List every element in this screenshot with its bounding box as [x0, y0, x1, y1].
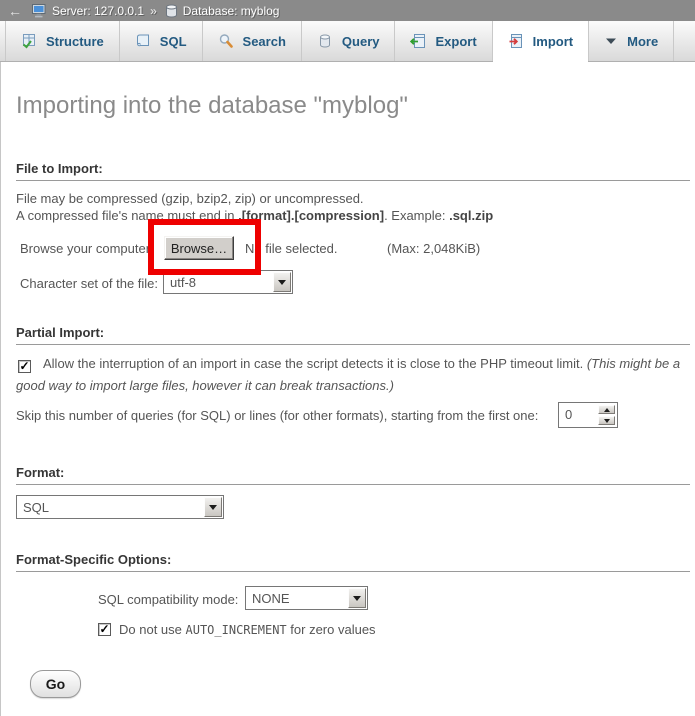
stepper-up-icon[interactable]	[598, 405, 615, 414]
tab-sql[interactable]: SQL	[120, 21, 203, 61]
import-icon	[508, 33, 524, 49]
tab-bar: Structure SQL Search	[0, 21, 695, 62]
sql-icon	[135, 33, 151, 49]
back-arrow-icon[interactable]: ←	[0, 3, 30, 19]
checkmark-icon: ✓	[19, 360, 29, 372]
charset-select[interactable]: utf-8	[163, 270, 293, 294]
skip-queries-value: 0	[559, 403, 598, 427]
auto-increment-label: Do not use AUTO_INCREMENT for zero value…	[119, 622, 376, 637]
breadcrumb-server-link[interactable]: Server: 127.0.0.1	[52, 4, 144, 18]
server-icon	[32, 4, 47, 18]
tab-export[interactable]: Export	[395, 21, 492, 61]
tab-label: Structure	[46, 34, 104, 49]
tab-label: Query	[342, 34, 380, 49]
breadcrumb-database-link[interactable]: Database: myblog	[183, 4, 280, 18]
phpmyadmin-import-page: ← Server: 127.0.0.1 » Database: myblog	[0, 0, 695, 716]
checkmark-icon: ✓	[99, 623, 109, 635]
file-to-import-heading: File to Import:	[16, 161, 690, 181]
format-select-value: SQL	[17, 500, 203, 515]
query-icon	[317, 33, 333, 49]
allow-interruption-checkbox[interactable]: ✓	[18, 360, 31, 373]
tab-label: Import	[533, 34, 573, 49]
sql-compatibility-value: NONE	[246, 591, 347, 606]
charset-label: Character set of the file:	[20, 276, 158, 291]
tab-search[interactable]: Search	[203, 21, 302, 61]
dropdown-arrow-icon[interactable]	[348, 588, 366, 608]
content-left-border	[0, 62, 1, 716]
breadcrumb-separator: »	[150, 4, 157, 18]
compression-naming-text: A compressed file's name must end in .[f…	[16, 208, 493, 223]
tab-label: SQL	[160, 34, 187, 49]
tab-bar-filler	[674, 21, 695, 61]
tab-structure[interactable]: Structure	[5, 21, 120, 61]
skip-queries-stepper[interactable]: 0	[558, 402, 618, 428]
max-upload-size-text: (Max: 2,048KiB)	[387, 241, 480, 256]
format-heading: Format:	[16, 465, 690, 485]
tab-label: More	[627, 34, 658, 49]
dropdown-arrow-icon[interactable]	[273, 272, 291, 292]
sql-compatibility-select[interactable]: NONE	[245, 586, 368, 610]
tab-more[interactable]: More	[589, 21, 674, 61]
format-select[interactable]: SQL	[16, 495, 224, 519]
skip-queries-label: Skip this number of queries (for SQL) or…	[16, 408, 538, 423]
sql-compatibility-label: SQL compatibility mode:	[98, 592, 238, 607]
auto-increment-checkbox[interactable]: ✓	[98, 623, 111, 636]
breadcrumb: ← Server: 127.0.0.1 » Database: myblog	[0, 0, 695, 21]
auto-increment-row: ✓ Do not use AUTO_INCREMENT for zero val…	[98, 622, 376, 637]
page-title: Importing into the database "myblog"	[16, 92, 408, 120]
tab-query[interactable]: Query	[302, 21, 396, 61]
charset-select-value: utf-8	[164, 275, 272, 290]
go-button[interactable]: Go	[30, 670, 81, 698]
browse-computer-label: Browse your computer:	[20, 241, 154, 256]
compression-info-text: File may be compressed (gzip, bzip2, zip…	[16, 191, 364, 206]
export-icon	[410, 33, 426, 49]
partial-import-heading: Partial Import:	[16, 325, 690, 345]
tab-label: Search	[243, 34, 286, 49]
chevron-down-icon	[604, 35, 618, 47]
dropdown-arrow-icon[interactable]	[204, 497, 222, 517]
database-icon	[165, 4, 178, 18]
allow-interruption-row: ✓ Allow the interruption of an import in …	[16, 353, 684, 397]
stepper-down-icon[interactable]	[598, 416, 615, 425]
format-specific-options-heading: Format-Specific Options:	[16, 552, 690, 572]
no-file-selected-text: No file selected.	[245, 241, 338, 256]
tab-label: Export	[435, 34, 476, 49]
allow-interruption-label: Allow the interruption of an import in c…	[43, 356, 587, 371]
auto-increment-code: AUTO_INCREMENT	[186, 623, 287, 637]
search-icon	[218, 33, 234, 49]
browse-button[interactable]: Browse…	[164, 236, 234, 260]
tab-import[interactable]: Import	[493, 21, 589, 61]
structure-icon	[21, 33, 37, 49]
